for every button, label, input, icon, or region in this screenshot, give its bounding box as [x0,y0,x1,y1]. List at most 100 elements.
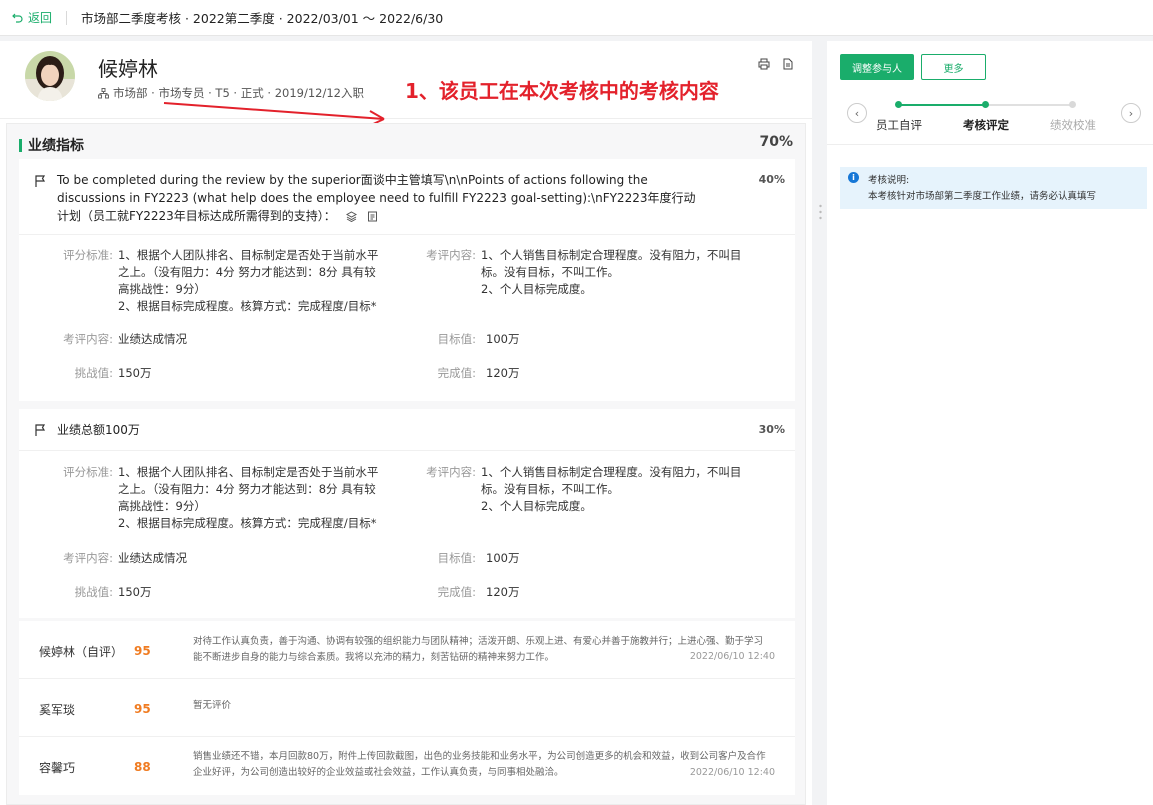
review-row: 候婷林（自评） 95 对待工作认真负责，善于沟通、协调有较强的组织能力与团队精神… [19,621,795,679]
header-actions [758,58,794,70]
main-panel: 候婷林 市场部 · 市场专员 · T5 · 正式 · 2019/12/12入职 … [0,41,812,805]
content-line: 1、个人销售目标制定合理程度。没有阻力，不叫目 [481,465,742,479]
kpi-card-header: To be completed during the review by the… [19,159,795,235]
avatar [25,51,75,101]
criteria-label: 评分标准: [63,248,113,262]
process-steps: ‹ › 员工自评 考核评定 绩效校准 [841,99,1141,133]
kpi-card-header: 业绩总额100万 30% [19,409,795,451]
kpi-title-line: discussions in FY2223 (what help does th… [57,191,696,205]
review-date: 2022/06/10 12:40 [689,651,775,662]
right-panel: 调整参与人 更多 ‹ › 员工自评 考核评定 绩效校准 i 考核说明: 本考核针… [827,41,1153,805]
kpi-percent: 30% [758,423,785,436]
step-calibration[interactable]: 绩效校准 [1050,117,1096,133]
criteria-line: 之上。（没有阻力：4分 努力才能达到：8分 具有较 [118,482,376,496]
criteria-label: 评分标准: [63,465,113,479]
review-list: 候婷林（自评） 95 对待工作认真负责，善于沟通、协调有较强的组织能力与团队精神… [19,621,795,795]
content-line: 标。没有目标，不叫工作。 [481,482,619,496]
target-label: 目标值: [437,551,476,565]
section-title-bar [19,138,22,152]
adjust-participants-button[interactable]: 调整参与人 [840,54,914,80]
note-title: 考核说明: [868,175,910,186]
kpi-card: To be completed during the review by the… [19,159,795,401]
criteria-value: 1、根据个人团队排名、目标制定是否处于当前水平 之上。（没有阻力：4分 努力才能… [118,247,408,315]
employee-header: 候婷林 市场部 · 市场专员 · T5 · 正式 · 2019/12/12入职 … [0,41,812,126]
done-label: 完成值: [437,585,476,599]
annotation-text: 1、该员工在本次考核中的考核内容 [405,79,719,103]
reviewer-name: 容馨巧 [39,761,76,775]
review-score: 88 [134,760,151,774]
step-dot [1069,101,1076,108]
step-evaluation[interactable]: 考核评定 [963,117,1009,133]
notes-icon[interactable] [367,211,378,222]
reviewer-name: 奚军琰 [39,703,76,717]
challenge-label: 挑战值: [74,585,113,599]
back-arrow-icon [12,13,23,23]
criteria-value: 1、根据个人团队排名、目标制定是否处于当前水平 之上。（没有阻力：4分 努力才能… [118,464,408,532]
kpi-title: 业绩总额100万 [57,423,140,437]
content-line: 2、个人目标完成度。 [481,499,592,513]
kpi-title-last-row: 计划（员工就FY2223年目标达成所需得到的支持）： [57,207,737,225]
challenge-value: 150万 [118,585,152,599]
reviewer-name: 候婷林（自评） [39,645,124,659]
assessment-note: i 考核说明: 本考核针对市场部第二季度工作业绩，请务必认真填写 [840,167,1147,209]
panel-divider [827,144,1153,145]
flag-icon [35,175,46,187]
target-value: 100万 [486,551,520,565]
step-self-review[interactable]: 员工自评 [876,117,922,133]
step-dot [982,101,989,108]
info-icon: i [848,172,859,183]
section-title-text: 业绩指标 [28,138,84,154]
kpi-title-line: 计划（员工就FY2223年目标达成所需得到的支持）： [57,209,336,223]
review-label: 考评内容: [63,551,113,565]
divider [66,10,68,25]
step-dot [895,101,902,108]
criteria-line: 1、根据个人团队排名、目标制定是否处于当前水平 [118,465,379,479]
review-text-line: 销售业绩还不错，本月回款80万，附件上传回款截图，出色的业务技能和业务水平，为公… [193,751,766,762]
more-button[interactable]: 更多 [921,54,986,80]
target-value: 100万 [486,332,520,346]
top-bar: 返回 市场部二季度考核 · 2022第二季度 · 2022/03/01 ～ 20… [0,0,1153,36]
kpi-percent: 40% [758,173,785,186]
review-text: 暂无评价 [193,698,793,714]
content-value: 1、个人销售目标制定合理程度。没有阻力，不叫目 标。没有目标，不叫工作。 2、个… [481,247,771,298]
print-icon[interactable] [758,58,770,70]
back-label: 返回 [28,11,53,25]
done-value: 120万 [486,585,520,599]
content-label: 考评内容: [426,248,476,262]
section-percent: 70% [759,134,793,150]
back-button[interactable]: 返回 [12,9,52,26]
done-label: 完成值: [437,366,476,380]
review-score: 95 [134,644,151,658]
page-title: 市场部二季度考核 · 2022第二季度 · 2022/03/01 ～ 2022/… [81,11,444,26]
criteria-line: 之上。（没有阻力：4分 努力才能达到：8分 具有较 [118,265,376,279]
layers-icon[interactable] [345,210,357,222]
review-label: 考评内容: [63,332,113,346]
criteria-line: 2、根据目标完成程度。核算方式：完成程度/目标* [118,299,377,313]
criteria-line: 2、根据目标完成程度。核算方式：完成程度/目标* [118,516,377,530]
content-line: 1、个人销售目标制定合理程度。没有阻力，不叫目 [481,248,742,262]
criteria-line: 1、根据个人团队排名、目标制定是否处于当前水平 [118,248,379,262]
step-line [899,104,985,106]
step-line [985,104,1071,106]
resize-handle[interactable] [819,204,822,220]
steps-prev-button[interactable]: ‹ [847,103,867,123]
review-row: 奚军琰 95 暂无评价 [19,679,795,737]
review-text-line: 暂无评价 [193,700,232,711]
target-label: 目标值: [437,332,476,346]
note-text: 本考核针对市场部第二季度工作业绩，请务必认真填写 [868,191,1097,202]
content-value: 1、个人销售目标制定合理程度。没有阻力，不叫目 标。没有目标，不叫工作。 2、个… [481,464,771,515]
performance-section: 业绩指标 70% To be completed during the revi… [6,123,806,805]
review-date: 2022/06/10 12:40 [689,767,775,778]
challenge-label: 挑战值: [74,366,113,380]
done-value: 120万 [486,366,520,380]
steps-next-button[interactable]: › [1121,103,1141,123]
review-row: 容馨巧 88 销售业绩还不错，本月回款80万，附件上传回款截图，出色的业务技能和… [19,737,795,795]
content-label: 考评内容: [426,465,476,479]
kpi-title: To be completed during the review by the… [57,171,737,225]
review-value: 业绩达成情况 [118,551,187,565]
org-icon [98,87,109,98]
employee-name: 候婷林 [98,57,158,81]
content-line: 2、个人目标完成度。 [481,282,592,296]
document-icon[interactable] [782,58,794,70]
review-text-line: 对待工作认真负责，善于沟通、协调有较强的组织能力与团队精神；活泼开朗、乐观上进、… [193,636,764,647]
